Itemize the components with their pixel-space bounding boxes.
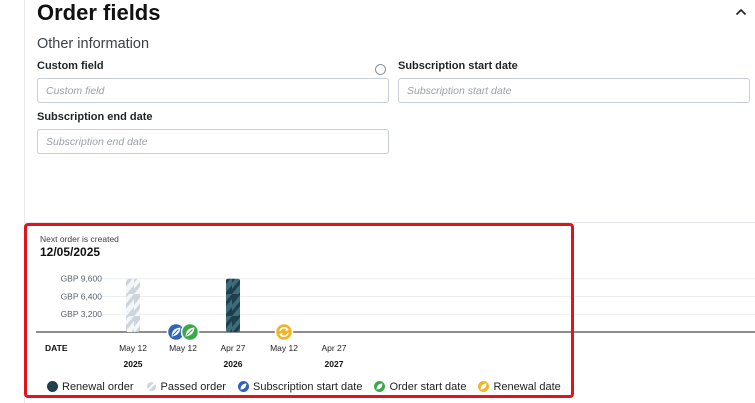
x-date-label: May 12 [119, 343, 147, 353]
renewal-order-icon [47, 381, 58, 392]
event-marker[interactable] [274, 322, 294, 342]
subscription-end-date-input[interactable] [37, 129, 389, 154]
x-date-label: Apr 27 [220, 343, 245, 353]
year-label: 2026 [224, 359, 243, 369]
legend-item-renewal-order: Renewal order [46, 380, 134, 393]
passed-order-icon [145, 381, 157, 392]
next-order-label: Next order is created [40, 234, 119, 244]
left-border [24, 0, 25, 403]
order-start-icon[interactable] [180, 322, 200, 342]
chevron-up-icon [735, 8, 747, 16]
timeline-chart-svg: GBP 9,600 GBP 6,400 GBP 3,200 DATE May 12 May… [36, 274, 755, 369]
renewal-date-icon[interactable] [274, 322, 294, 342]
radio-icon[interactable] [375, 64, 386, 75]
y-tick-label: GBP 9,600 [61, 274, 103, 284]
y-tick-label: GBP 3,200 [61, 309, 103, 319]
renewal-order-bar[interactable] [226, 278, 240, 332]
date-column-header: DATE [45, 343, 68, 353]
event-marker[interactable] [166, 322, 200, 342]
x-date-label: Apr 27 [321, 343, 346, 353]
next-order-date: 12/05/2025 [40, 245, 101, 259]
subscription-end-date-label: Subscription end date [37, 111, 153, 123]
legend-item-renewal-date: Renewal date [477, 380, 561, 393]
chart-legend: Renewal order Passed order Subscription st… [46, 380, 572, 393]
x-date-label: May 12 [270, 343, 298, 353]
subscription-start-date-label: Subscription start date [398, 60, 518, 72]
page-title: Order fields [37, 0, 161, 25]
legend-label: Renewal order [62, 380, 134, 393]
legend-label: Renewal date [493, 380, 561, 393]
legend-label: Passed order [160, 380, 226, 393]
legend-item-passed-order: Passed order [145, 380, 226, 393]
year-label: 2025 [124, 359, 143, 369]
legend-label: Order start date [389, 380, 467, 393]
custom-field-label: Custom field [37, 60, 104, 72]
renewal-date-icon [478, 381, 490, 392]
year-label: 2027 [325, 359, 344, 369]
subscription-start-icon [237, 381, 249, 392]
legend-item-order-start: Order start date [373, 380, 466, 393]
order-start-icon [374, 381, 386, 392]
custom-field-input[interactable] [37, 78, 389, 103]
legend-label: Subscription start date [252, 380, 363, 393]
collapse-button[interactable] [733, 4, 749, 20]
x-date-label: May 12 [169, 343, 197, 353]
section-subtitle: Other information [37, 36, 150, 52]
subscription-start-date-input[interactable] [398, 78, 750, 103]
y-tick-label: GBP 6,400 [61, 291, 103, 301]
section-divider [24, 222, 755, 223]
legend-item-subscription-start: Subscription start date [237, 380, 362, 393]
order-timeline-chart: GBP 9,600 GBP 6,400 GBP 3,200 DATE May 12 May… [36, 270, 755, 375]
passed-order-bar[interactable] [126, 278, 140, 332]
